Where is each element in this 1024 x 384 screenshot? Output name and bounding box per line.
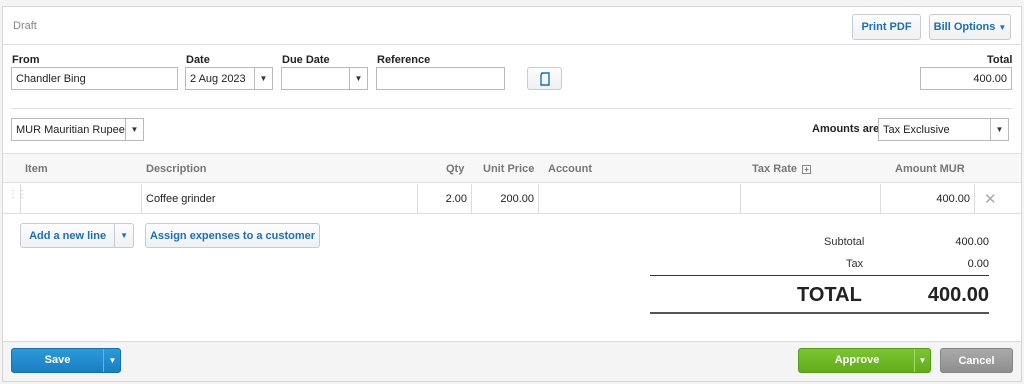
divider xyxy=(650,312,989,314)
currency-value: MUR Mauritian Rupee xyxy=(16,123,125,136)
currency-select[interactable]: MUR Mauritian Rupee ▼ xyxy=(11,118,144,141)
divider xyxy=(740,184,741,214)
add-line-label: Add a new line xyxy=(29,229,107,242)
row-unit-price[interactable]: 200.00 xyxy=(474,193,534,205)
from-field[interactable]: Chandler Bing xyxy=(11,67,178,90)
total-summary-value: 400.00 xyxy=(927,284,989,306)
bill-options-button[interactable]: Bill Options ▼ xyxy=(929,14,1011,40)
divider xyxy=(880,184,881,214)
caret-down-icon[interactable]: ▼ xyxy=(103,349,121,372)
col-item: Item xyxy=(25,163,48,175)
row-amount[interactable]: 400.00 xyxy=(883,193,970,205)
amounts-are-select[interactable]: Tax Exclusive ▼ xyxy=(878,118,1009,141)
tax-value: 0.00 xyxy=(967,258,989,270)
approve-button[interactable]: Approve ▼ xyxy=(798,348,931,373)
col-tax-rate: Tax Rate + xyxy=(752,163,812,175)
divider xyxy=(3,44,1021,45)
due-date-dropdown-icon[interactable]: ▼ xyxy=(349,68,367,89)
total-summary-label: TOTAL xyxy=(797,284,862,306)
save-label: Save xyxy=(44,354,71,366)
subtotal-label: Subtotal xyxy=(824,236,865,248)
currency-dropdown-icon[interactable]: ▼ xyxy=(125,119,143,140)
divider xyxy=(538,184,539,214)
tax-label: Tax xyxy=(846,258,864,270)
reference-label: Reference xyxy=(377,54,431,66)
col-tax-rate-label: Tax Rate xyxy=(752,163,798,175)
col-unit-price: Unit Price xyxy=(483,163,535,175)
amounts-are-label: Amounts are xyxy=(812,123,880,135)
date-label: Date xyxy=(186,54,210,66)
status-label: Draft xyxy=(13,20,37,32)
amounts-are-value: Tax Exclusive xyxy=(883,123,950,136)
caret-down-icon[interactable]: ▼ xyxy=(914,349,930,372)
amounts-are-dropdown-icon[interactable]: ▼ xyxy=(990,119,1008,140)
date-field[interactable]: 2 Aug 2023 ▼ xyxy=(185,67,273,90)
bill-options-label: Bill Options xyxy=(933,21,996,33)
col-description: Description xyxy=(146,163,207,175)
copy-document-button[interactable] xyxy=(527,67,562,90)
drag-handle-icon[interactable]: ⋮⋮ xyxy=(8,190,27,200)
date-dropdown-icon[interactable]: ▼ xyxy=(254,68,272,89)
document-icon xyxy=(539,71,550,86)
divider xyxy=(417,184,418,214)
approve-label: Approve xyxy=(834,354,880,366)
total-label: Total xyxy=(987,54,1013,66)
total-field: 400.00 xyxy=(920,67,1012,90)
caret-down-icon: ▼ xyxy=(998,22,1007,32)
row-description[interactable]: Coffee grinder xyxy=(146,193,216,205)
divider xyxy=(20,184,21,214)
due-date-label: Due Date xyxy=(282,54,330,66)
delete-row-icon[interactable]: ✕ xyxy=(984,190,997,208)
row-qty[interactable]: 2.00 xyxy=(420,193,467,205)
assign-expenses-button[interactable]: Assign expenses to a customer xyxy=(145,223,320,248)
divider xyxy=(650,275,989,276)
col-qty: Qty xyxy=(446,163,465,175)
divider xyxy=(11,108,1012,109)
divider xyxy=(141,184,142,214)
reference-field[interactable] xyxy=(376,67,505,90)
caret-down-icon[interactable]: ▼ xyxy=(114,224,133,247)
from-label: From xyxy=(12,54,40,66)
due-date-field[interactable]: ▼ xyxy=(281,67,368,90)
expand-plus-icon[interactable]: + xyxy=(802,165,812,174)
divider xyxy=(471,184,472,214)
save-button[interactable]: Save ▼ xyxy=(11,348,121,373)
cancel-button[interactable]: Cancel xyxy=(940,348,1013,373)
col-account: Account xyxy=(548,163,592,175)
divider xyxy=(974,184,975,214)
date-value: 2 Aug 2023 xyxy=(190,72,246,85)
add-line-button[interactable]: Add a new line ▼ xyxy=(20,223,134,248)
subtotal-value: 400.00 xyxy=(955,236,989,248)
print-pdf-button[interactable]: Print PDF xyxy=(852,14,921,40)
col-amount: Amount MUR xyxy=(895,163,965,175)
